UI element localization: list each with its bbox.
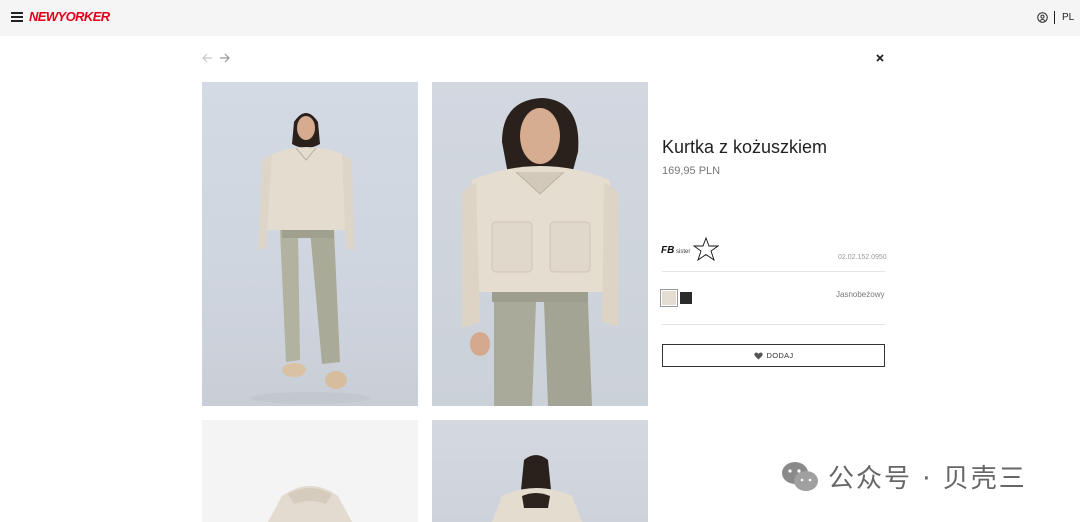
language-switch[interactable]: PL xyxy=(1062,12,1074,23)
product-sku: 02.02.152.0950 xyxy=(838,254,887,261)
arrow-right-icon[interactable] xyxy=(219,53,230,63)
top-bar: NEWYORKER PL xyxy=(0,0,1080,36)
add-to-wishlist-button[interactable]: DODAJ xyxy=(662,344,885,367)
brand-logo-newyorker[interactable]: NEWYORKER xyxy=(29,9,110,24)
header-divider xyxy=(1054,11,1055,24)
add-button-label: DODAJ xyxy=(766,351,794,360)
divider xyxy=(662,271,885,272)
product-image-front-full[interactable] xyxy=(202,82,418,406)
product-image-back[interactable] xyxy=(432,420,648,522)
color-swatch-black[interactable] xyxy=(680,292,692,304)
product-price: 169,95 PLN xyxy=(662,165,721,177)
color-swatch-light-beige[interactable] xyxy=(660,289,678,307)
fbsister-logo-icon: FB sister xyxy=(661,236,719,262)
divider xyxy=(662,324,885,325)
menu-icon[interactable] xyxy=(11,12,23,22)
product-title: Kurtka z kożuszkiem xyxy=(662,137,828,157)
watermark: 公众号 · 贝壳三 xyxy=(780,458,1027,495)
product-image-front-close[interactable] xyxy=(432,82,648,406)
heart-icon xyxy=(753,351,763,360)
user-account-icon[interactable] xyxy=(1037,12,1048,23)
arrow-left-icon[interactable] xyxy=(202,53,213,63)
svg-text:FB: FB xyxy=(661,245,674,256)
wechat-icon xyxy=(782,461,818,491)
selected-color-name: Jasnobeżowy xyxy=(836,290,885,299)
watermark-text: 公众号 · 贝壳三 xyxy=(828,464,1027,494)
svg-text:sister: sister xyxy=(676,249,690,255)
product-image-flat[interactable] xyxy=(202,420,418,522)
close-icon[interactable] xyxy=(874,52,886,64)
product-navigation xyxy=(202,53,230,63)
